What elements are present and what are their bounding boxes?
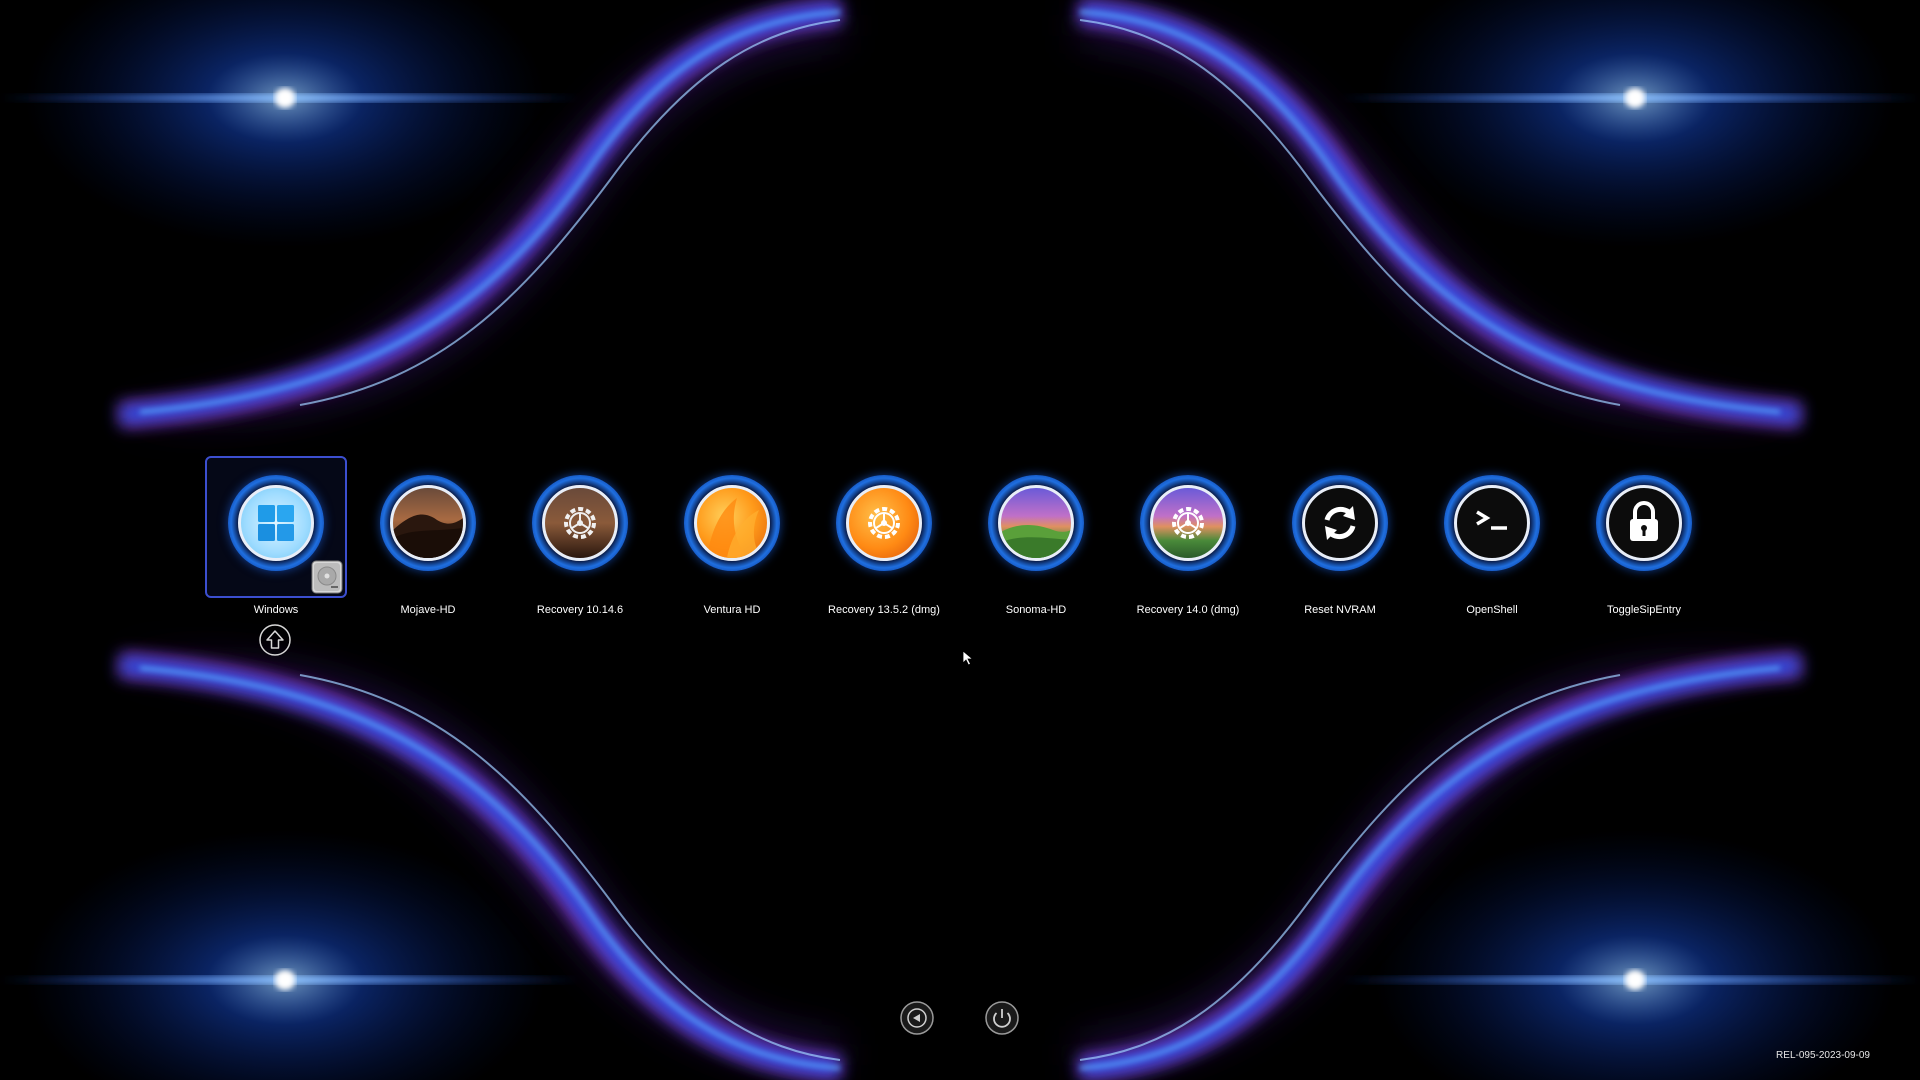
- boot-entry-reset-nvram[interactable]: [1269, 456, 1411, 598]
- boot-entry-recovery-13-5-2[interactable]: [813, 456, 955, 598]
- mouse-pointer-icon: [962, 650, 974, 666]
- boot-entry-sonoma-hd[interactable]: [965, 456, 1107, 598]
- entry-icon-ring: [1596, 475, 1692, 571]
- entry-icon-ring: [228, 475, 324, 571]
- version-label: REL-095-2023-09-09: [1776, 1050, 1870, 1061]
- boot-entry-openshell[interactable]: [1421, 456, 1563, 598]
- entry-icon-ring: [836, 475, 932, 571]
- terminal-prompt-icon: [1476, 510, 1507, 530]
- padlock-icon: [1630, 501, 1658, 541]
- entry-icon-ring: [1444, 475, 1540, 571]
- entry-icon-ring: [1292, 475, 1388, 571]
- entry-icon-ring: [684, 475, 780, 571]
- recovery-gear-icon: [868, 507, 900, 539]
- entry-label: ToggleSipEntry: [1607, 604, 1681, 616]
- boot-entry-recovery-10-14-6[interactable]: [509, 456, 651, 598]
- boot-entry-windows[interactable]: [205, 456, 347, 598]
- recovery-gear-icon: [564, 507, 596, 539]
- boot-entry-ventura-hd[interactable]: [661, 456, 803, 598]
- entry-icon-ring: [1140, 475, 1236, 571]
- boot-entry-recovery-14-0[interactable]: [1117, 456, 1259, 598]
- reset-arrows-icon: [1324, 506, 1356, 540]
- restart-triangle-icon[interactable]: [899, 1000, 935, 1036]
- boot-picker-screen: Windows Mojave-HD Recovery 10.14.6 Ventu…: [0, 0, 1920, 1080]
- power-icon[interactable]: [984, 1000, 1020, 1036]
- boot-entry-togglesipentry[interactable]: [1573, 456, 1715, 598]
- sonoma-hills-icon: [1001, 525, 1071, 558]
- boot-entry-list: Windows Mojave-HD Recovery 10.14.6 Ventu…: [0, 0, 1920, 1080]
- entry-icon-ring: [532, 475, 628, 571]
- windows-logo-icon: [258, 505, 294, 541]
- boot-entry-mojave-hd[interactable]: [357, 456, 499, 598]
- ventura-orange-icon: [707, 498, 761, 558]
- mojave-desert-icon: [393, 514, 463, 558]
- recovery-gear-icon: [1172, 507, 1204, 539]
- entry-icon-ring: [988, 475, 1084, 571]
- shift-arrow-icon: [259, 624, 291, 656]
- hard-drive-icon: [311, 560, 343, 594]
- entry-icon-ring: [380, 475, 476, 571]
